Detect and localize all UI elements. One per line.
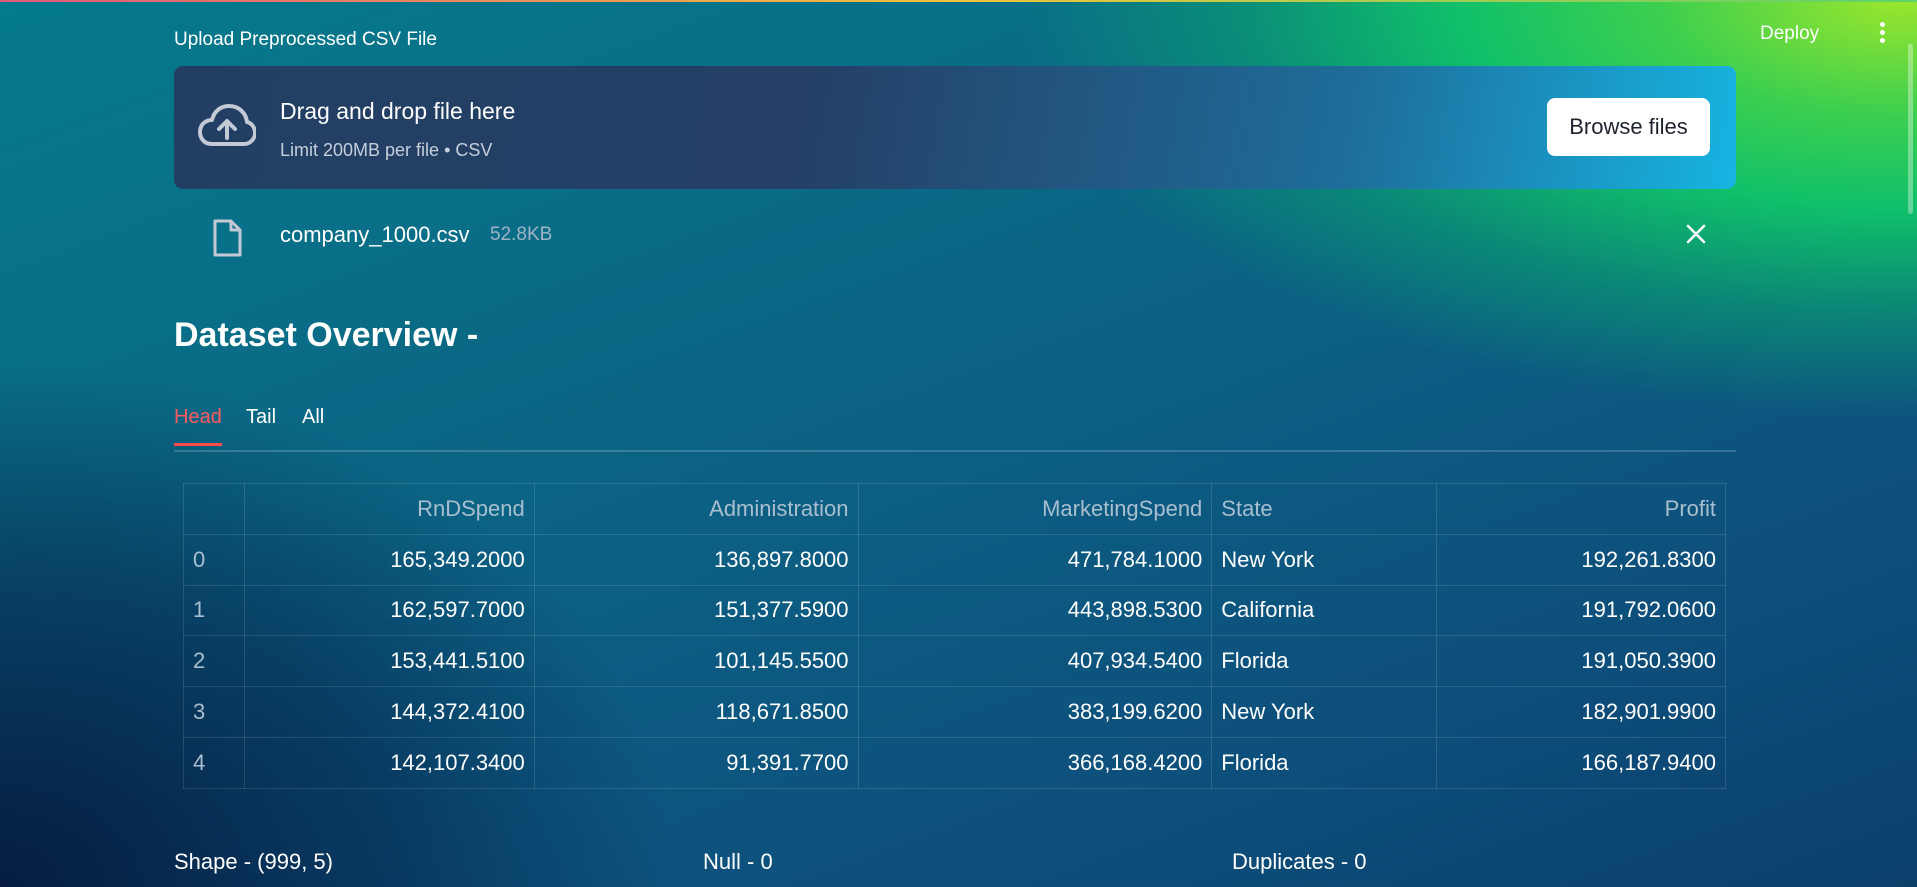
- table-cell[interactable]: New York: [1211, 533, 1438, 586]
- table-cell[interactable]: 151,377.5900: [533, 584, 859, 637]
- browse-files-button[interactable]: Browse files: [1547, 98, 1710, 156]
- row-index: 2: [183, 635, 245, 688]
- close-icon[interactable]: [1684, 222, 1708, 246]
- duplicates-stat: Duplicates - 0: [1232, 849, 1367, 874]
- file-dropzone[interactable]: Drag and drop file here Limit 200MB per …: [174, 66, 1736, 189]
- table-cell[interactable]: Florida: [1211, 635, 1438, 688]
- table-cell[interactable]: California: [1211, 584, 1438, 637]
- table-cell[interactable]: 182,901.9900: [1436, 686, 1726, 738]
- table-cell[interactable]: New York: [1211, 686, 1438, 738]
- table-cell[interactable]: 118,671.8500: [533, 686, 859, 738]
- table-cell[interactable]: 192,261.8300: [1436, 533, 1726, 586]
- table-cell[interactable]: 101,145.5500: [533, 635, 859, 688]
- uploaded-file-name: company_1000.csv: [280, 222, 470, 247]
- table-cell[interactable]: 407,934.5400: [857, 635, 1213, 688]
- row-index: 3: [183, 686, 245, 738]
- table-cell[interactable]: 166,187.9400: [1436, 736, 1726, 789]
- column-header[interactable]: Profit: [1436, 483, 1726, 535]
- table-cell[interactable]: 142,107.3400: [243, 736, 535, 789]
- shape-stat: Shape - (999, 5): [174, 849, 333, 874]
- page-title: Dataset Overview -: [174, 316, 479, 354]
- column-header[interactable]: MarketingSpend: [857, 483, 1213, 535]
- column-header[interactable]: RnDSpend: [243, 483, 535, 535]
- dropzone-limit-text: Limit 200MB per file • CSV: [280, 140, 493, 160]
- column-header[interactable]: State: [1211, 483, 1438, 535]
- table-row: 0 165,349.2000 136,897.8000 471,784.1000…: [183, 533, 1726, 586]
- table-cell[interactable]: 443,898.5300: [857, 584, 1213, 637]
- uploaded-file-size: 52.8KB: [490, 224, 553, 245]
- table-cell[interactable]: 383,199.6200: [857, 686, 1213, 738]
- table-cell[interactable]: 162,597.7000: [243, 584, 535, 637]
- table-cell[interactable]: Florida: [1211, 736, 1438, 789]
- scrollbar[interactable]: [1908, 44, 1913, 214]
- table-cell[interactable]: 136,897.8000: [533, 533, 859, 586]
- null-stat: Null - 0: [703, 849, 773, 874]
- table-cell[interactable]: 165,349.2000: [243, 533, 535, 586]
- table-row: 2 153,441.5100 101,145.5500 407,934.5400…: [183, 635, 1726, 688]
- table-row: 1 162,597.7000 151,377.5900 443,898.5300…: [183, 584, 1726, 637]
- dataframe-table[interactable]: RnDSpend Administration MarketingSpend S…: [183, 483, 1726, 789]
- dropzone-title: Drag and drop file here: [280, 98, 516, 124]
- table-header-row: RnDSpend Administration MarketingSpend S…: [183, 483, 1726, 535]
- table-cell[interactable]: 191,050.3900: [1436, 635, 1726, 688]
- table-cell[interactable]: 91,391.7700: [533, 736, 859, 789]
- tab-head[interactable]: Head: [174, 406, 222, 446]
- upload-label: Upload Preprocessed CSV File: [174, 29, 437, 50]
- deploy-button[interactable]: Deploy: [1760, 23, 1819, 45]
- table-cell[interactable]: 471,784.1000: [857, 533, 1213, 586]
- table-cell[interactable]: 144,372.4100: [243, 686, 535, 738]
- tab-all[interactable]: All: [302, 406, 324, 429]
- row-index: 1: [183, 584, 245, 637]
- row-index: 4: [183, 736, 245, 789]
- table-cell[interactable]: 191,792.0600: [1436, 584, 1726, 637]
- table-row: 3 144,372.4100 118,671.8500 383,199.6200…: [183, 686, 1726, 738]
- column-header[interactable]: Administration: [533, 483, 859, 535]
- table-cell[interactable]: 366,168.4200: [857, 736, 1213, 789]
- tab-bar: Head Tail All: [174, 400, 1736, 452]
- row-index: 0: [183, 533, 245, 586]
- cloud-upload-icon: [198, 104, 256, 146]
- tab-tail[interactable]: Tail: [246, 406, 276, 429]
- column-header-index[interactable]: [183, 483, 245, 535]
- kebab-menu-icon[interactable]: [1876, 22, 1888, 46]
- uploaded-file-item: company_1000.csv 52.8KB: [174, 210, 1736, 266]
- file-icon: [213, 219, 242, 257]
- table-cell[interactable]: 153,441.5100: [243, 635, 535, 688]
- table-row: 4 142,107.3400 91,391.7700 366,168.4200 …: [183, 736, 1726, 789]
